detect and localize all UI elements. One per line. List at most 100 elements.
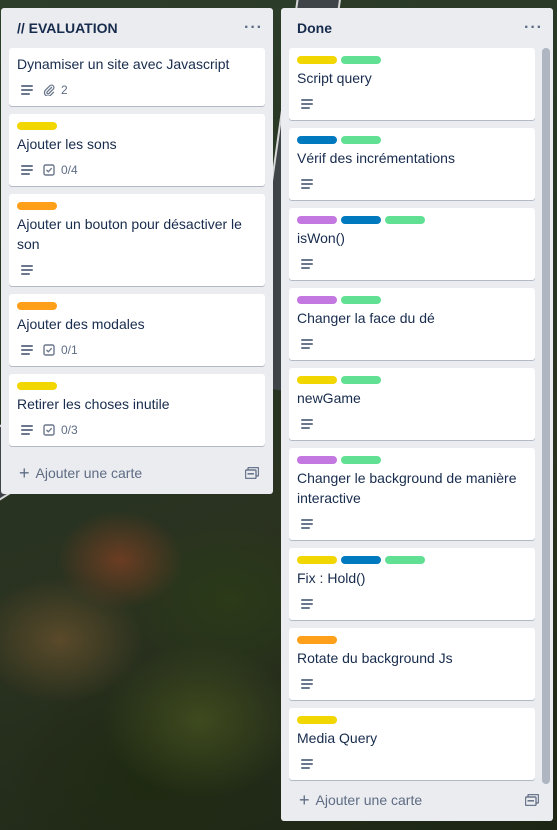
card-labels[interactable] xyxy=(297,136,527,144)
card-container: Dynamiser un site avec Javascript 2 Ajoute… xyxy=(1,48,273,446)
label-green[interactable] xyxy=(341,376,381,384)
add-card-button[interactable]: + Ajouter une carte xyxy=(281,781,553,813)
card-template-icon[interactable] xyxy=(245,467,259,479)
card[interactable]: Dynamiser un site avec Javascript 2 xyxy=(9,48,265,106)
card-badges xyxy=(297,252,527,276)
card-title: Changer la face du dé xyxy=(297,310,435,326)
card-labels[interactable] xyxy=(297,556,527,564)
card-labels[interactable] xyxy=(297,456,527,464)
card-labels[interactable] xyxy=(297,296,527,304)
card-labels[interactable] xyxy=(17,122,257,130)
card-title: Changer le background de manière interac… xyxy=(297,470,517,506)
label-blue[interactable] xyxy=(297,136,337,144)
label-orange[interactable] xyxy=(17,302,57,310)
card-labels[interactable] xyxy=(17,382,257,390)
card-title: Ajouter des modales xyxy=(17,316,145,332)
card-title: Vérif des incrémentations xyxy=(297,150,455,166)
card-badges xyxy=(297,512,527,536)
label-orange[interactable] xyxy=(297,636,337,644)
card-title: newGame xyxy=(297,390,361,406)
checklist-count: 0/3 xyxy=(61,423,78,437)
label-green[interactable] xyxy=(385,216,425,224)
label-yellow[interactable] xyxy=(297,376,337,384)
card-template-icon[interactable] xyxy=(525,794,539,806)
label-purple[interactable] xyxy=(297,296,337,304)
description-icon xyxy=(21,425,33,435)
card[interactable]: Ajouter les sons 0/4 xyxy=(9,114,265,186)
add-card-label: Ajouter une carte xyxy=(315,792,423,808)
label-yellow[interactable] xyxy=(297,556,337,564)
card[interactable]: newGame xyxy=(289,368,535,440)
card-title: Rotate du background Js xyxy=(297,650,453,666)
description-icon xyxy=(301,759,313,769)
label-green[interactable] xyxy=(341,456,381,464)
card-badges xyxy=(297,92,527,116)
card-labels[interactable] xyxy=(297,216,527,224)
paperclip-icon xyxy=(43,84,55,96)
card[interactable]: Ajouter des modales 0/1 xyxy=(9,294,265,366)
add-card-button[interactable]: + Ajouter une carte xyxy=(1,454,273,486)
list-menu-icon[interactable]: ··· xyxy=(524,19,543,37)
card-badges: 0/3 xyxy=(17,418,257,442)
card[interactable]: isWon() xyxy=(289,208,535,280)
label-green[interactable] xyxy=(341,56,381,64)
label-blue[interactable] xyxy=(341,556,381,564)
card[interactable]: Changer le background de manière interac… xyxy=(289,448,535,540)
label-green[interactable] xyxy=(341,136,381,144)
card-title: Script query xyxy=(297,70,372,86)
list-header[interactable]: // EVALUATION ··· xyxy=(1,8,273,48)
description-icon xyxy=(301,339,313,349)
checklist-count: 0/1 xyxy=(61,343,78,357)
card[interactable]: Retirer les choses inutile 0/3 xyxy=(9,374,265,446)
description-icon xyxy=(301,99,313,109)
card-labels[interactable] xyxy=(297,376,527,384)
list-evaluation: // EVALUATION ··· Dynamiser un site avec… xyxy=(1,8,273,494)
label-purple[interactable] xyxy=(297,216,337,224)
description-icon xyxy=(21,85,33,95)
card-labels[interactable] xyxy=(297,56,527,64)
checklist-icon xyxy=(43,424,55,436)
description-icon xyxy=(21,265,33,275)
card[interactable]: Script query xyxy=(289,48,535,120)
card-labels[interactable] xyxy=(17,202,257,210)
card-container: Script query Vérif des incrémentations isW… xyxy=(281,48,553,780)
description-icon xyxy=(21,165,33,175)
checklist-badge: 0/1 xyxy=(43,343,78,357)
description-icon xyxy=(301,679,313,689)
checklist-icon xyxy=(43,344,55,356)
label-green[interactable] xyxy=(341,296,381,304)
description-icon xyxy=(301,519,313,529)
card-badges xyxy=(297,172,527,196)
label-green[interactable] xyxy=(385,556,425,564)
checklist-badge: 0/4 xyxy=(43,163,78,177)
list-done: Done ··· Script query Vérif des incrément… xyxy=(281,8,553,821)
card[interactable]: Fix : Hold() xyxy=(289,548,535,620)
card-labels[interactable] xyxy=(297,716,527,724)
scrollbar-thumb[interactable] xyxy=(542,48,550,784)
card-badges: 2 xyxy=(17,78,257,102)
card[interactable]: Rotate du background Js xyxy=(289,628,535,700)
checklist-count: 0/4 xyxy=(61,163,78,177)
label-orange[interactable] xyxy=(17,202,57,210)
card[interactable]: Changer la face du dé xyxy=(289,288,535,360)
card[interactable]: Media Query xyxy=(289,708,535,780)
card-labels[interactable] xyxy=(297,636,527,644)
label-yellow[interactable] xyxy=(297,716,337,724)
card-title: Ajouter les sons xyxy=(17,136,117,152)
list-header[interactable]: Done ··· xyxy=(281,8,553,48)
card[interactable]: Ajouter un bouton pour désactiver le son xyxy=(9,194,265,286)
list-title[interactable]: // EVALUATION xyxy=(17,20,118,36)
label-yellow[interactable] xyxy=(17,382,57,390)
scrollbar[interactable] xyxy=(542,48,550,784)
card-labels[interactable] xyxy=(17,302,257,310)
list-title[interactable]: Done xyxy=(297,20,332,36)
list-menu-icon[interactable]: ··· xyxy=(244,19,263,37)
card-badges: 0/4 xyxy=(17,158,257,182)
label-yellow[interactable] xyxy=(297,56,337,64)
label-blue[interactable] xyxy=(341,216,381,224)
card-badges xyxy=(297,752,527,776)
label-purple[interactable] xyxy=(297,456,337,464)
card-title: Retirer les choses inutile xyxy=(17,396,170,412)
label-yellow[interactable] xyxy=(17,122,57,130)
card[interactable]: Vérif des incrémentations xyxy=(289,128,535,200)
